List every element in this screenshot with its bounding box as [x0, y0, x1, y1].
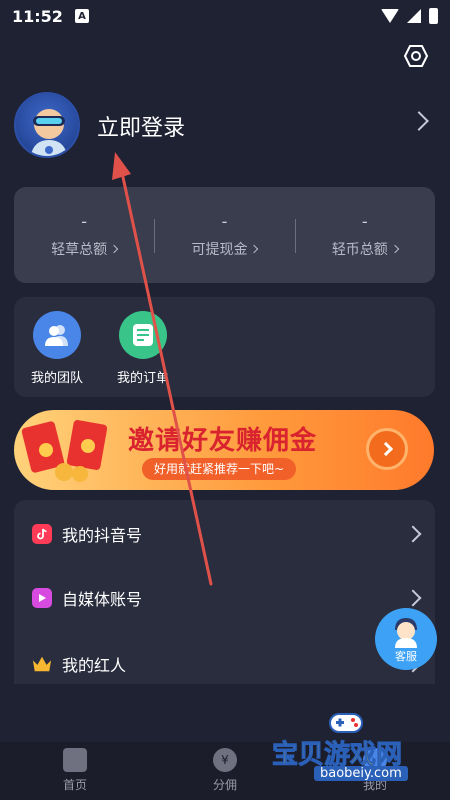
chevron-right-icon [109, 244, 119, 253]
stat-qingbi-total[interactable]: - 轻币总额 [294, 187, 435, 283]
stat-value: - [361, 211, 368, 231]
shortcut-my-orders[interactable]: 我的订单 [112, 297, 174, 397]
status-time: 11:52 [12, 6, 63, 26]
stat-value: - [221, 211, 228, 231]
shortcut-label: 我的订单 [116, 371, 169, 386]
signal-icon [407, 9, 421, 23]
banner-subtitle: 好用就赶紧推荐一下吧~ [142, 458, 297, 480]
notification-a-icon: A [74, 9, 89, 23]
stat-value: - [81, 211, 88, 231]
wifi-icon [381, 9, 399, 23]
yuan-icon: ¥ [213, 748, 237, 772]
stat-label: 轻币总额 [331, 241, 388, 258]
chevron-right-icon [404, 589, 422, 607]
nav-label: 首页 [62, 778, 87, 792]
menu-item-media-account[interactable]: 自媒体账号 [14, 566, 435, 630]
stat-label: 轻草总额 [51, 241, 108, 258]
status-icons [381, 8, 438, 24]
stat-qingcao-total[interactable]: - 轻草总额 [14, 187, 154, 283]
menu-label: 我的红人 [62, 656, 127, 675]
nav-home[interactable]: 首页 [0, 742, 150, 800]
battery-icon [429, 8, 438, 24]
banner-go-button[interactable] [366, 428, 408, 470]
menu-item-my-douyin[interactable]: 我的抖音号 [14, 502, 435, 566]
chevron-right-icon [390, 244, 400, 253]
service-label: 客服 [395, 650, 417, 663]
crown-icon [32, 654, 52, 674]
avatar[interactable] [14, 92, 80, 158]
login-chevron-icon[interactable] [409, 111, 429, 131]
stats-card: - 轻草总额 - 可提现金 - 轻币总额 [14, 187, 435, 283]
stat-withdrawable-cash[interactable]: - 可提现金 [154, 187, 294, 283]
menu-label: 自媒体账号 [62, 590, 143, 609]
watermark-url: baobeiy.com [314, 766, 408, 781]
shortcut-label: 我的团队 [30, 371, 83, 386]
douyin-icon [32, 524, 52, 544]
shortcut-my-team[interactable]: 我的团队 [26, 297, 88, 397]
chevron-right-icon [378, 441, 393, 457]
settings-icon[interactable] [404, 44, 428, 68]
customer-service-button[interactable]: 客服 [375, 608, 437, 670]
red-envelope-icon [21, 420, 108, 482]
banner-title: 邀请好友赚佣金 [128, 426, 318, 456]
invite-banner[interactable]: 邀请好友赚佣金 好用就赶紧推荐一下吧~ [14, 410, 434, 490]
menu-item-my-influencers[interactable]: 我的红人 [14, 632, 435, 684]
support-agent-icon [395, 618, 417, 648]
login-title[interactable]: 立即登录 [97, 110, 185, 142]
menu-label: 我的抖音号 [62, 526, 143, 545]
watermark: 宝贝游戏网 baobeiy.com [271, 706, 432, 786]
chevron-right-icon [250, 244, 259, 253]
stat-label: 可提现金 [191, 241, 248, 258]
chevron-right-icon [404, 525, 422, 543]
media-play-icon [32, 588, 52, 608]
order-icon [119, 311, 167, 359]
menu-card: 我的抖音号 自媒体账号 我的红人 [14, 500, 435, 684]
home-icon [63, 748, 87, 772]
team-icon [33, 311, 81, 359]
gamepad-logo-icon [329, 713, 363, 733]
status-bar: 11:52 A [0, 0, 450, 32]
shortcut-card: 我的团队 我的订单 [14, 297, 435, 397]
nav-label: 分佣 [212, 778, 237, 792]
